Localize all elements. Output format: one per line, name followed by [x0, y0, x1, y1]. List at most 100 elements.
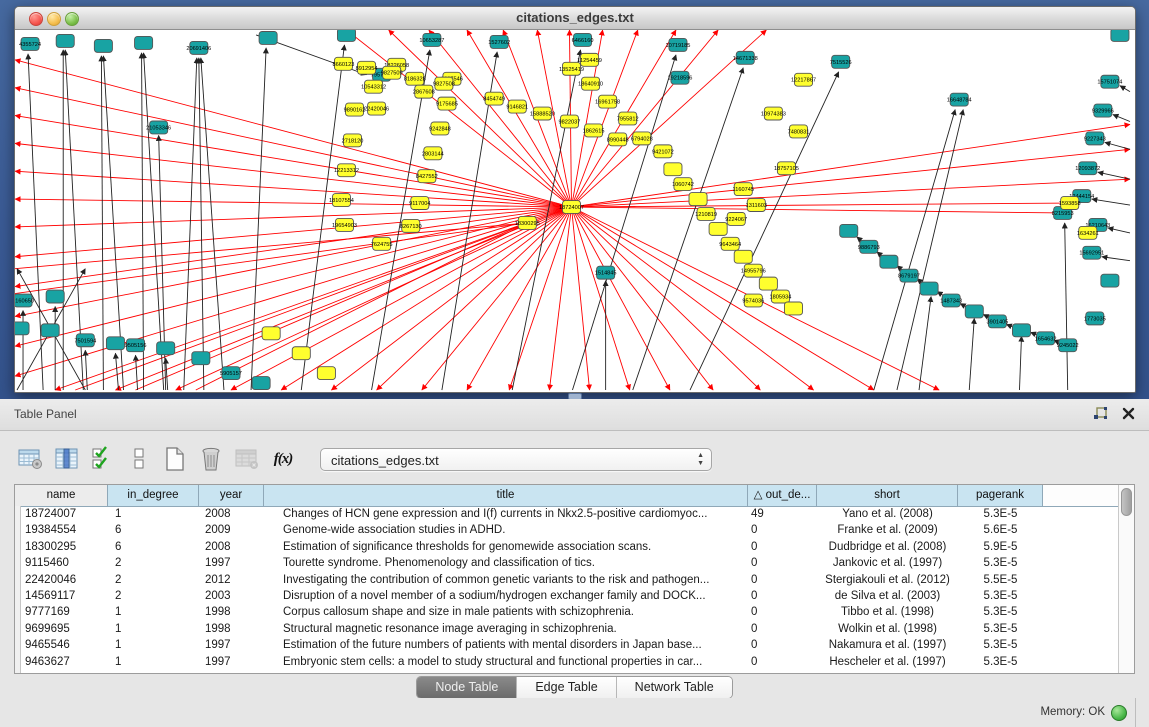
graph-node[interactable] — [689, 193, 707, 206]
cell-name[interactable]: 18724007 — [15, 506, 108, 522]
cell-out_degree[interactable]: 0 — [748, 637, 817, 653]
column-header-out_degree[interactable]: △ out_de... — [748, 485, 817, 506]
cell-title[interactable]: Investigating the contribution of common… — [264, 572, 748, 588]
cell-pagerank[interactable]: 5.3E-5 — [958, 637, 1043, 653]
cell-name[interactable]: 9699695 — [15, 621, 108, 637]
cell-in_degree[interactable]: 6 — [108, 522, 199, 538]
column-header-name[interactable]: name — [15, 485, 108, 506]
cell-short[interactable]: Wolkin et al. (1998) — [817, 621, 958, 637]
table-row[interactable]: 1872400712008Changes of HCN gene express… — [15, 506, 1119, 522]
table-row[interactable]: 911546021997Tourette syndrome. Phenomeno… — [15, 555, 1119, 571]
graph-node[interactable] — [759, 277, 777, 290]
column-header-in_degree[interactable]: in_degree — [108, 485, 199, 506]
graph-node[interactable] — [840, 224, 858, 237]
cell-title[interactable]: Disruption of a novel member of a sodium… — [264, 588, 748, 604]
cell-year[interactable]: 2008 — [199, 539, 264, 555]
cell-out_degree[interactable]: 0 — [748, 621, 817, 637]
cell-short[interactable]: Tibbo et al. (1998) — [817, 604, 958, 620]
cell-pagerank[interactable]: 5.3E-5 — [958, 621, 1043, 637]
cell-pagerank[interactable]: 5.6E-5 — [958, 522, 1043, 538]
cell-year[interactable]: 2009 — [199, 522, 264, 538]
cell-title[interactable]: Structural magnetic resonance image aver… — [264, 621, 748, 637]
graph-node[interactable] — [56, 34, 74, 47]
graph-node[interactable] — [94, 39, 112, 52]
table-row[interactable]: 1938455462009Genome-wide association stu… — [15, 522, 1119, 538]
table-row[interactable]: 946362711997Embryonic stem cells: a mode… — [15, 654, 1119, 670]
delete-column-icon[interactable] — [196, 444, 226, 474]
table-row[interactable]: 977716911998Corpus callosum shape and si… — [15, 604, 1119, 620]
vertical-scrollbar[interactable] — [1118, 485, 1134, 673]
cell-in_degree[interactable]: 2 — [108, 572, 199, 588]
graph-node[interactable] — [734, 250, 752, 263]
graph-node[interactable] — [157, 342, 175, 355]
cell-name[interactable]: 9465546 — [15, 637, 108, 653]
cell-name[interactable]: 9115460 — [15, 555, 108, 571]
function-builder-icon[interactable]: f(x) — [268, 444, 298, 474]
cell-out_degree[interactable]: 49 — [748, 506, 817, 522]
scrollbar-thumb[interactable] — [1121, 488, 1132, 516]
network-canvas[interactable]: 4355724206914061065328715276026466160107… — [15, 30, 1135, 392]
cell-year[interactable]: 1998 — [199, 604, 264, 620]
cell-in_degree[interactable]: 1 — [108, 654, 199, 670]
cell-in_degree[interactable]: 2 — [108, 555, 199, 571]
cell-year[interactable]: 1997 — [199, 555, 264, 571]
cell-year[interactable]: 2008 — [199, 506, 264, 522]
cell-pagerank[interactable]: 5.3E-5 — [958, 604, 1043, 620]
cell-name[interactable]: 9463627 — [15, 654, 108, 670]
cell-in_degree[interactable]: 6 — [108, 539, 199, 555]
float-panel-icon[interactable] — [1093, 406, 1109, 422]
tab-node-table[interactable]: Node Table — [417, 677, 517, 698]
deselect-all-icon[interactable] — [124, 444, 154, 474]
select-all-icon[interactable] — [88, 444, 118, 474]
graph-node[interactable] — [15, 322, 29, 335]
cell-short[interactable]: Hescheler et al. (1997) — [817, 654, 958, 670]
graph-node[interactable] — [106, 337, 124, 350]
cell-out_degree[interactable]: 0 — [748, 572, 817, 588]
graph-node[interactable] — [317, 367, 335, 380]
cell-short[interactable]: de Silva et al. (2003) — [817, 588, 958, 604]
graph-node[interactable] — [664, 163, 682, 176]
cell-pagerank[interactable]: 5.3E-5 — [958, 506, 1043, 522]
show-columns-icon[interactable] — [52, 444, 82, 474]
cell-short[interactable]: Stergiakouli et al. (2012) — [817, 572, 958, 588]
cell-out_degree[interactable]: 0 — [748, 654, 817, 670]
graph-node[interactable] — [965, 305, 983, 318]
cell-pagerank[interactable]: 5.9E-5 — [958, 539, 1043, 555]
tab-edge-table[interactable]: Edge Table — [517, 677, 616, 698]
graph-node[interactable] — [880, 255, 898, 268]
new-column-icon[interactable] — [160, 444, 190, 474]
graph-node[interactable] — [46, 290, 64, 303]
column-header-short[interactable]: short — [817, 485, 958, 506]
cell-pagerank[interactable]: 5.3E-5 — [958, 654, 1043, 670]
graph-node[interactable] — [920, 282, 938, 295]
close-panel-icon[interactable] — [1121, 406, 1137, 422]
cell-name[interactable]: 18300295 — [15, 539, 108, 555]
cell-out_degree[interactable]: 0 — [748, 522, 817, 538]
cell-short[interactable]: Jankovic et al. (1997) — [817, 555, 958, 571]
graph-node[interactable] — [1012, 324, 1030, 337]
graph-node[interactable] — [709, 222, 727, 235]
cell-title[interactable]: Tourette syndrome. Phenomenology and cla… — [264, 555, 748, 571]
cell-in_degree[interactable]: 1 — [108, 637, 199, 653]
cell-year[interactable]: 1997 — [199, 654, 264, 670]
cell-in_degree[interactable]: 1 — [108, 621, 199, 637]
cell-out_degree[interactable]: 0 — [748, 588, 817, 604]
cell-title[interactable]: Genome-wide association studies in ADHD. — [264, 522, 748, 538]
cell-title[interactable]: Changes of HCN gene expression and I(f) … — [264, 506, 748, 522]
graph-node[interactable] — [135, 36, 153, 49]
cell-out_degree[interactable]: 0 — [748, 555, 817, 571]
cell-pagerank[interactable]: 5.3E-5 — [958, 588, 1043, 604]
cell-short[interactable]: Franke et al. (2009) — [817, 522, 958, 538]
table-row[interactable]: 2242004622012Investigating the contribut… — [15, 572, 1119, 588]
cell-title[interactable]: Corpus callosum shape and size in male p… — [264, 604, 748, 620]
graph-node[interactable] — [1111, 30, 1129, 41]
table-mode-icon[interactable] — [16, 444, 46, 474]
cell-year[interactable]: 1997 — [199, 637, 264, 653]
cell-short[interactable]: Yano et al. (2008) — [817, 506, 958, 522]
graph-node[interactable] — [41, 324, 59, 337]
cell-name[interactable]: 22420046 — [15, 572, 108, 588]
cell-pagerank[interactable]: 5.5E-5 — [958, 572, 1043, 588]
graph-node[interactable] — [262, 327, 280, 340]
cell-out_degree[interactable]: 0 — [748, 539, 817, 555]
cell-short[interactable]: Nakamura et al. (1997) — [817, 637, 958, 653]
